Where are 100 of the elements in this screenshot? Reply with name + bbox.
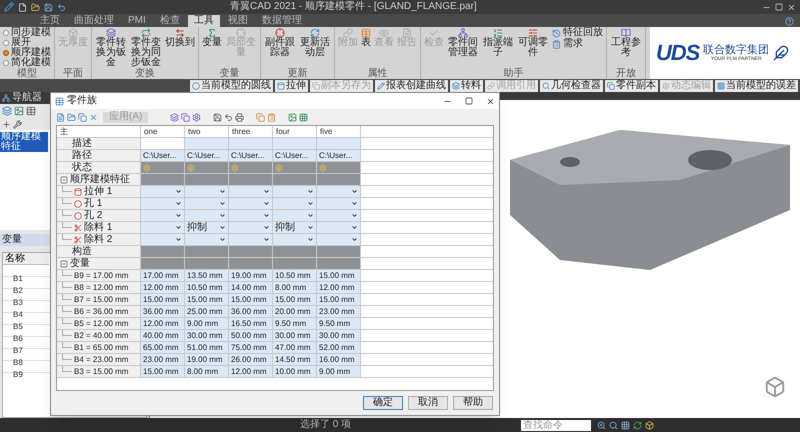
row-label: B9 = 17.00 mm	[74, 270, 128, 280]
toolbar-button[interactable]: 当前模型的圆线	[190, 80, 273, 92]
row-label: 除料 2	[84, 234, 112, 244]
ribbon-tab[interactable]: 工具	[188, 15, 220, 27]
ribbon-button[interactable]: 指派端子	[482, 28, 514, 58]
table-cell: 12.00 mm	[229, 366, 273, 377]
ribbon-button[interactable]: 特征回放	[552, 28, 603, 38]
ribbon-button[interactable]: 工程参考	[610, 28, 642, 58]
table-cell: 8.00 mm	[273, 282, 317, 293]
table-cell: C:\User...	[229, 150, 273, 161]
column-header: one	[141, 126, 185, 137]
ribbon-tab[interactable]: 主页	[34, 15, 66, 27]
table-cell: 9.00 mm	[185, 318, 229, 329]
ribbon-tab[interactable]: PMI	[122, 15, 152, 27]
toolbar-button[interactable]: 几何检查器	[540, 80, 603, 92]
ribbon-tab[interactable]: 检查	[154, 15, 186, 27]
table-cell: 23.00 mm	[141, 354, 185, 365]
ribbon-button[interactable]: 变量	[202, 28, 222, 48]
dropdown-field[interactable]: 抑制	[273, 222, 317, 233]
ribbon-button[interactable]: 零件转换为钣金	[95, 28, 127, 68]
window-title: 青翼CAD 2021 - 顺序建模零件 - [GLAND_FLANGE.par]	[230, 2, 477, 12]
dialog-title: 零件族	[67, 96, 97, 106]
table-cell: 14.00 mm	[229, 282, 273, 293]
column-header: three	[229, 126, 273, 137]
table-cell: C:\User...	[273, 150, 317, 161]
table-cell: 10.00 mm	[273, 366, 317, 377]
table-cell: 15.00 mm	[317, 270, 361, 281]
table-cell: 36.00 mm	[229, 306, 273, 317]
variable-name: B8	[13, 358, 23, 367]
row-label: B1 = 65.00 mm	[74, 342, 128, 352]
radio-option[interactable]: 同步建模	[3, 28, 51, 38]
table-cell: 40.00 mm	[141, 330, 185, 341]
ribbon-tab[interactable]: 数据管理	[256, 15, 308, 27]
ribbon-button[interactable]: 零件间管理器	[447, 28, 479, 58]
row-label: B7 = 15.00 mm	[74, 294, 128, 304]
dialog-button[interactable]: 确定	[363, 396, 403, 410]
table-cell: 12.00 mm	[141, 282, 185, 293]
ribbon-button[interactable]: 可调零件	[517, 28, 549, 58]
table-cell: 16.50 mm	[229, 318, 273, 329]
table-cell: 75.00 mm	[229, 342, 273, 353]
variable-name: B5	[13, 322, 23, 331]
row-label: 拉伸 1	[84, 186, 112, 196]
toolbar-button[interactable]: 转料	[450, 80, 483, 92]
radio-option[interactable]: 简化建模	[3, 58, 51, 68]
toolbar-button[interactable]: 零件副本	[605, 80, 658, 92]
ribbon-button[interactable]: 需求	[552, 39, 603, 49]
row-label: 除料 1	[84, 222, 112, 232]
command-search-field[interactable]: 查找命令	[521, 420, 592, 430]
toolbar-button[interactable]: 报表创建曲线	[375, 80, 448, 92]
ribbon-group-label: 变量	[218, 69, 240, 79]
dropdown-field[interactable]: 抑制	[185, 222, 229, 233]
ribbon-group-label: 更新	[286, 69, 308, 79]
toolbar-button[interactable]: 当前模型的误差	[715, 80, 798, 92]
ribbon-group-label: 属性	[366, 69, 388, 79]
table-cell: 50.00 mm	[229, 330, 273, 341]
ribbon-tab[interactable]: 视图	[222, 15, 254, 27]
column-header: two	[185, 126, 229, 137]
table-cell: C:\User...	[141, 150, 185, 161]
toolbar-button[interactable]: 拉伸	[275, 80, 308, 92]
table-cell: 15.00 mm	[141, 294, 185, 305]
table-cell: 15.00 mm	[273, 294, 317, 305]
ribbon-button[interactable]: 更新活动层	[299, 28, 331, 58]
ribbon-group-label: 平面	[62, 69, 84, 79]
ribbon-group-label: 助手	[502, 69, 524, 79]
ribbon-button[interactable]: 表	[361, 28, 371, 48]
ribbon-tab[interactable]: 曲面处理	[68, 15, 120, 27]
dialog-button[interactable]: 取消	[408, 396, 448, 410]
variable-name: B6	[13, 334, 23, 343]
table-cell: 16.00 mm	[317, 354, 361, 365]
row-label: B8 = 12.00 mm	[74, 282, 128, 292]
variable-name: B2	[13, 286, 23, 295]
table-cell: 25.00 mm	[185, 306, 229, 317]
table-cell: 15.00 mm	[185, 294, 229, 305]
dialog-button[interactable]: 帮助	[453, 396, 493, 410]
row-label: B3 = 15.00 mm	[74, 366, 128, 376]
column-header: four	[273, 126, 317, 137]
status-text: 选择了 0 项	[300, 420, 352, 430]
ribbon-button[interactable]: 零件变换为同步钣金	[130, 28, 162, 68]
ribbon-group-label: 开放	[615, 69, 637, 79]
table-cell: 23.00 mm	[317, 306, 361, 317]
table-cell: 65.00 mm	[141, 342, 185, 353]
table-cell: 47.00 mm	[273, 342, 317, 353]
row-label: 孔 1	[84, 198, 102, 208]
table-cell: 12.00 mm	[317, 282, 361, 293]
column-header: five	[317, 126, 361, 137]
table-cell: 13.50 mm	[185, 270, 229, 281]
table-cell: 10.50 mm	[185, 282, 229, 293]
table-cell: 12.00 mm	[141, 318, 185, 329]
column-header: 主	[57, 126, 141, 137]
radio-option[interactable]: 顺序建模	[3, 48, 51, 58]
row-label: 构造	[71, 246, 92, 256]
ribbon-button[interactable]: 切换到	[165, 28, 195, 48]
table-cell: 9.50 mm	[273, 318, 317, 329]
table-cell: 26.00 mm	[229, 354, 273, 365]
ribbon-button[interactable]: 副件跟踪器	[264, 28, 296, 58]
table-cell: 14.50 mm	[273, 354, 317, 365]
table-cell: 52.00 mm	[317, 342, 361, 353]
row-label: 路径	[71, 150, 92, 160]
radio-option[interactable]: 展开	[3, 38, 51, 48]
table-cell: 30.00 mm	[273, 330, 317, 341]
